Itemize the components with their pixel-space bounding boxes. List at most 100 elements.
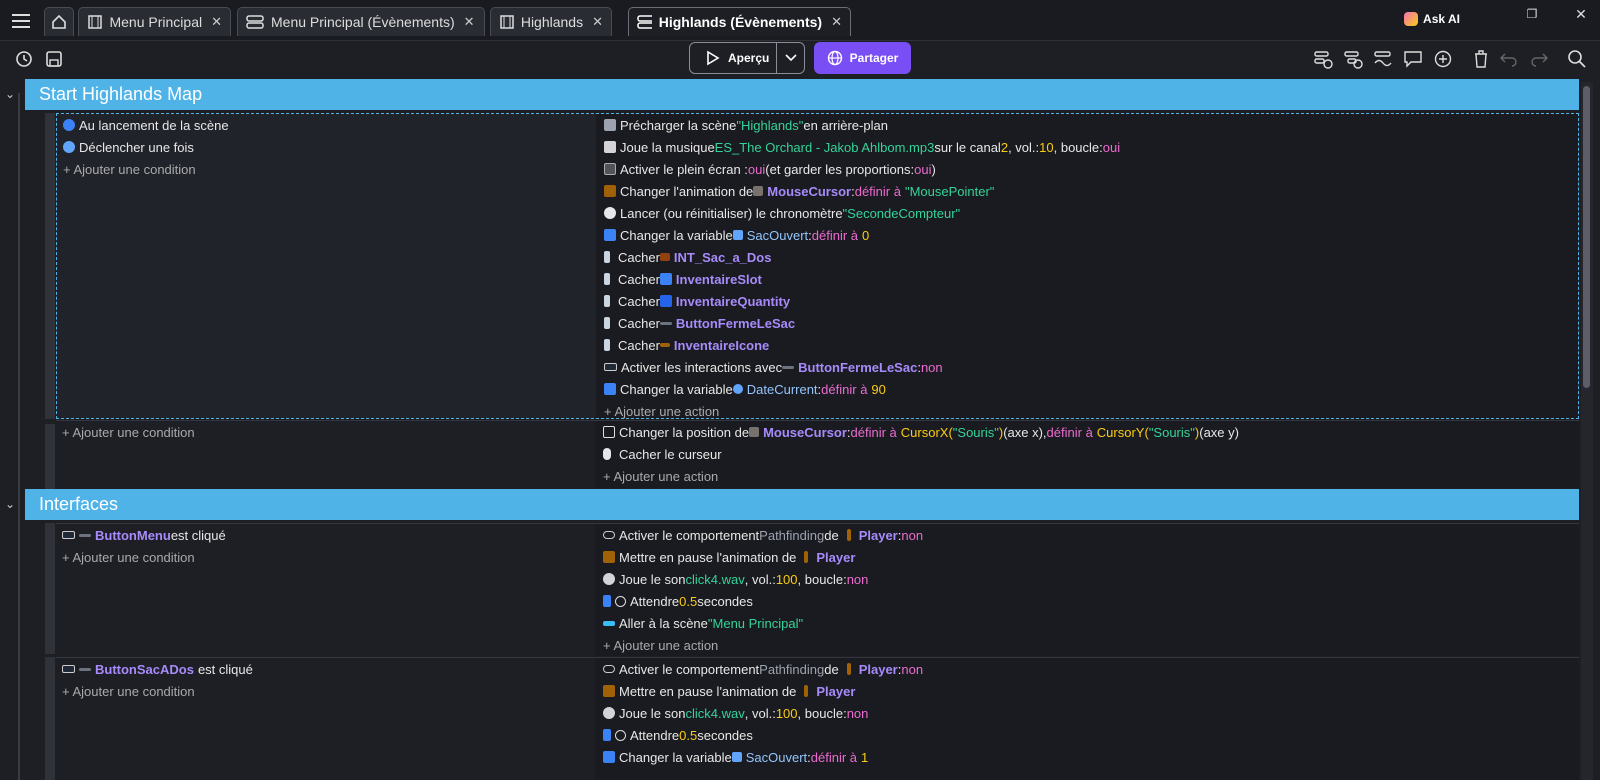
event-block[interactable]: ButtonSacADos est cliqué + Ajouter une c… bbox=[56, 657, 1579, 780]
action-text: , vol.: bbox=[744, 705, 776, 721]
action-row[interactable]: Mettre en pause l'animation de Player bbox=[595, 680, 1579, 702]
action-row[interactable]: Activer le comportement Pathfinding de P… bbox=[595, 658, 1579, 680]
share-button[interactable]: Partager bbox=[814, 42, 911, 74]
ask-ai-button[interactable]: Ask AI bbox=[1402, 9, 1462, 29]
add-comment-icon[interactable] bbox=[1402, 47, 1424, 71]
action-number: 90 bbox=[871, 381, 886, 397]
condition-row[interactable]: Déclencher une fois bbox=[57, 136, 595, 158]
condition-text: Au lancement de la scène bbox=[79, 117, 229, 133]
tab-menu-principal[interactable]: Menu Principal ✕ bbox=[78, 7, 231, 36]
action-row[interactable]: Mettre en pause l'animation de Player bbox=[595, 546, 1579, 568]
action-text: Joue le son bbox=[619, 571, 686, 587]
action-expression: CursorY( bbox=[1096, 424, 1149, 440]
scene-start-icon bbox=[63, 119, 75, 131]
add-action-link[interactable]: + Ajouter une action bbox=[595, 465, 1579, 487]
action-row[interactable]: Cacher INT_Sac_a_Dos bbox=[596, 246, 1578, 268]
global-variable-icon bbox=[732, 384, 743, 394]
ask-ai-label: Ask AI bbox=[1423, 12, 1460, 26]
group-interfaces[interactable]: Interfaces bbox=[25, 489, 1579, 520]
action-row[interactable]: Lancer (ou réinitialiser) le chronomètre… bbox=[596, 202, 1578, 224]
event-block[interactable]: + Ajouter une condition Changer la posit… bbox=[56, 420, 1579, 488]
add-subevent-icon[interactable] bbox=[1342, 47, 1364, 71]
action-row[interactable]: Joue la musique ES_The Orchard - Jakob A… bbox=[596, 136, 1578, 158]
close-icon[interactable]: ✕ bbox=[211, 14, 222, 30]
condition-row[interactable]: ButtonSacADos est cliqué bbox=[56, 658, 594, 680]
tab-highlands[interactable]: Highlands ✕ bbox=[490, 7, 612, 36]
group-title: Interfaces bbox=[39, 494, 119, 514]
delete-icon[interactable] bbox=[1470, 47, 1492, 71]
action-row[interactable]: Changer la variable SacOuvert: définir à… bbox=[595, 746, 1579, 768]
conditions-column: ButtonMenu est cliqué + Ajouter une cond… bbox=[56, 524, 594, 568]
action-row[interactable]: Joue le son click4.wav, vol.: 100, boucl… bbox=[595, 702, 1579, 724]
action-row[interactable]: Changer l'animation de MouseCursor: défi… bbox=[596, 180, 1578, 202]
button-icon bbox=[62, 531, 75, 539]
hide-icon bbox=[604, 273, 610, 285]
add-event-icon[interactable] bbox=[1312, 47, 1334, 71]
action-keyword: définir à bbox=[850, 424, 897, 440]
add-circle-icon[interactable] bbox=[1432, 47, 1454, 71]
condition-object: ButtonSacADos bbox=[95, 661, 194, 677]
action-row[interactable]: Cacher InventaireIcone bbox=[596, 334, 1578, 356]
chevron-down-icon[interactable]: ⌄ bbox=[5, 497, 15, 511]
add-other-event-icon[interactable] bbox=[1372, 47, 1394, 71]
history-icon[interactable] bbox=[13, 48, 35, 70]
search-icon[interactable] bbox=[1566, 47, 1588, 71]
restore-window-button[interactable]: ❐ bbox=[1522, 6, 1542, 22]
action-row[interactable]: Joue le son click4.wav, vol.: 100, boucl… bbox=[595, 568, 1579, 590]
action-row[interactable]: Activer les interactions avec ButtonFerm… bbox=[596, 356, 1578, 378]
preview-button[interactable]: Aperçu bbox=[689, 42, 805, 74]
add-condition-link[interactable]: + Ajouter une condition bbox=[56, 546, 594, 568]
action-number: 100 bbox=[775, 571, 798, 587]
event-block[interactable]: Au lancement de la scène Déclencher une … bbox=[56, 113, 1579, 419]
player-object-icon bbox=[846, 663, 851, 675]
chevron-down-icon bbox=[784, 54, 797, 62]
action-row[interactable]: Attendre 0.5 secondes bbox=[595, 724, 1579, 746]
action-row[interactable]: Cacher ButtonFermeLeSac bbox=[596, 312, 1578, 334]
add-condition-link[interactable]: + Ajouter une condition bbox=[56, 680, 594, 702]
hamburger-menu-button[interactable] bbox=[8, 10, 34, 32]
action-string: "Highlands" bbox=[736, 117, 804, 133]
event-block[interactable]: ButtonMenu est cliqué + Ajouter une cond… bbox=[56, 523, 1579, 656]
condition-row[interactable]: ButtonMenu est cliqué bbox=[56, 524, 594, 546]
action-row[interactable]: Changer la variable DateCurrent: définir… bbox=[596, 378, 1578, 400]
action-row[interactable]: Activer le plein écran : oui (et garder … bbox=[596, 158, 1578, 180]
tree-line bbox=[18, 93, 20, 513]
action-row[interactable]: Attendre 0.5 secondes bbox=[595, 590, 1579, 612]
action-row[interactable]: Changer la position de MouseCursor: défi… bbox=[595, 421, 1579, 443]
action-row[interactable]: Cacher InventaireQuantity bbox=[596, 290, 1578, 312]
preview-dropdown[interactable] bbox=[776, 43, 804, 73]
action-row[interactable]: Aller à la scène "Menu Principal" bbox=[595, 612, 1579, 634]
action-row[interactable]: Activer le comportement Pathfinding de P… bbox=[595, 524, 1579, 546]
action-text: Mettre en pause l'animation de bbox=[619, 549, 797, 565]
button-object-icon bbox=[782, 365, 795, 369]
home-tab[interactable] bbox=[44, 7, 74, 36]
undo-icon[interactable] bbox=[1498, 47, 1520, 71]
scrollbar-thumb[interactable] bbox=[1583, 86, 1590, 388]
close-icon[interactable]: ✕ bbox=[592, 14, 603, 30]
music-icon bbox=[604, 141, 616, 153]
actions-column: Activer le comportement Pathfinding de P… bbox=[595, 524, 1579, 656]
close-icon[interactable]: ✕ bbox=[831, 14, 842, 30]
vertical-scrollbar[interactable] bbox=[1581, 82, 1593, 780]
action-number: 0.5 bbox=[679, 727, 698, 743]
add-condition-link[interactable]: + Ajouter une condition bbox=[57, 158, 595, 180]
hide-icon bbox=[604, 251, 610, 263]
action-row[interactable]: Cacher InventaireSlot bbox=[596, 268, 1578, 290]
group-start-highlands-map[interactable]: Start Highlands Map bbox=[25, 79, 1579, 110]
add-action-link[interactable]: + Ajouter une action bbox=[596, 400, 1578, 422]
condition-row[interactable]: Au lancement de la scène bbox=[57, 114, 595, 136]
add-condition-link[interactable]: + Ajouter une condition bbox=[56, 421, 594, 443]
action-row[interactable]: Cacher le curseur bbox=[595, 443, 1579, 465]
tab-highlands-events[interactable]: Highlands (Évènements) ✕ bbox=[628, 7, 851, 36]
action-row[interactable]: Précharger la scène "Highlands" en arriè… bbox=[596, 114, 1578, 136]
action-keyword: non bbox=[920, 359, 943, 375]
action-text: , vol.: bbox=[744, 571, 776, 587]
action-row[interactable]: Changer la variable SacOuvert: définir à… bbox=[596, 224, 1578, 246]
chevron-down-icon[interactable]: ⌄ bbox=[5, 87, 15, 101]
close-window-button[interactable]: ✕ bbox=[1571, 6, 1591, 22]
redo-icon[interactable] bbox=[1528, 47, 1550, 71]
tab-menu-principal-events[interactable]: Menu Principal (Évènements) ✕ bbox=[237, 7, 485, 36]
save-icon[interactable] bbox=[43, 48, 65, 70]
add-action-link[interactable]: + Ajouter une action bbox=[595, 634, 1579, 656]
close-icon[interactable]: ✕ bbox=[464, 14, 475, 30]
